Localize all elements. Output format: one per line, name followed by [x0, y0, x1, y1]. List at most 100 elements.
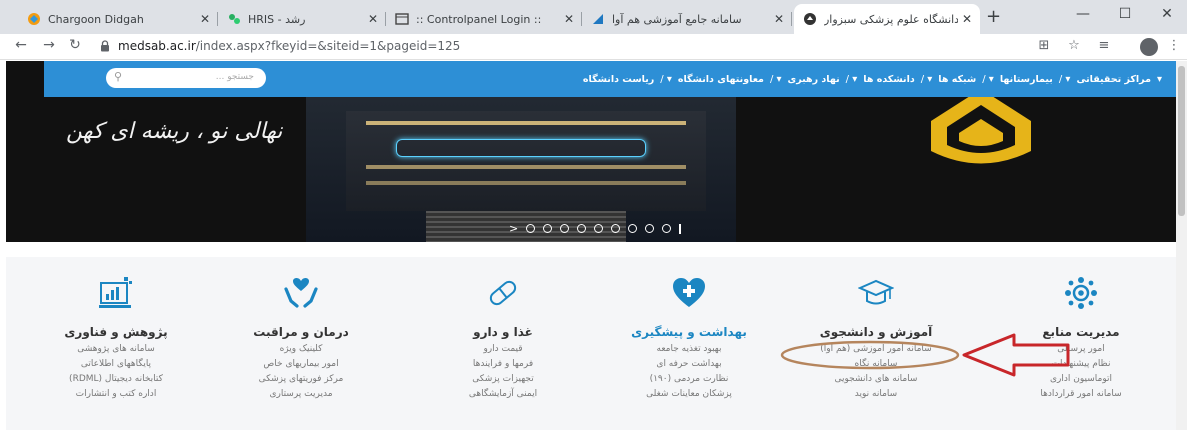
- caring-hands-icon: [284, 278, 318, 308]
- tab-hris[interactable]: HRIS - رشد ✕: [218, 4, 386, 34]
- nav-caret-icon: ▾ /: [1058, 73, 1071, 85]
- service-link[interactable]: مرکز فوریتهای پزشکی: [216, 372, 386, 387]
- nav-item-leadership[interactable]: نهاد رهبری: [788, 74, 840, 85]
- hris-icon: [226, 11, 242, 27]
- back-arrow-icon[interactable]: ←: [12, 37, 30, 53]
- nav-item-faculties[interactable]: دانشکده ها: [863, 74, 914, 85]
- close-tab-icon[interactable]: ✕: [564, 12, 574, 26]
- service-link[interactable]: نظام پیشنهادات: [996, 357, 1166, 372]
- close-window-icon[interactable]: ✕: [1152, 6, 1182, 22]
- column-title[interactable]: آموزش و دانشجوی: [791, 325, 961, 339]
- service-link[interactable]: امور بیماریهای خاص: [216, 357, 386, 372]
- service-link[interactable]: نظارت مردمی (۱۹۰): [604, 372, 774, 387]
- slider-dot[interactable]: [543, 224, 553, 233]
- pill-icon: [489, 280, 517, 306]
- column-education: آموزش و دانشجوی سامانه امور آموزشی (هم آ…: [791, 267, 961, 402]
- site-search-input[interactable]: ⚲ جستجو ...: [106, 68, 266, 88]
- reading-list-icon[interactable]: ≡: [1094, 38, 1114, 53]
- tab-title: HRIS - رشد: [248, 12, 306, 26]
- service-link[interactable]: سامانه های پژوهشی: [31, 342, 201, 357]
- chargoon-icon: [26, 11, 42, 27]
- close-tab-icon[interactable]: ✕: [774, 12, 784, 26]
- service-link[interactable]: سامانه امور قراردادها: [996, 387, 1166, 402]
- service-link[interactable]: بهداشت حرفه ای: [604, 357, 774, 372]
- service-link[interactable]: سامانه نوید: [791, 387, 961, 402]
- tab-hamava[interactable]: سامانه جامع آموزشی هم آوا ✕: [582, 4, 792, 34]
- university-icon: [802, 11, 818, 27]
- slider-pager: >: [509, 222, 682, 235]
- tab-controlpanel[interactable]: :: Controlpanel Login :: ✕: [386, 4, 582, 34]
- main-menu: ریاست دانشگاه ▾ / معاونتهای دانشگاه ▾ / …: [583, 61, 1168, 97]
- graduation-cap-icon: [857, 279, 895, 305]
- service-link[interactable]: پایگاههای اطلاعاتی: [31, 357, 201, 372]
- slider-next-arrow-icon[interactable]: >: [509, 222, 518, 235]
- slider-dot[interactable]: [628, 224, 638, 233]
- service-link[interactable]: تجهیزات پزشکی: [418, 372, 588, 387]
- service-link[interactable]: اداره کتب و انتشارات: [31, 387, 201, 402]
- service-link[interactable]: کتابخانه دیجیتال (RDML): [31, 372, 201, 387]
- new-tab-button[interactable]: +: [986, 6, 1001, 27]
- slider-dot[interactable]: [577, 224, 587, 233]
- building-sign: [396, 139, 646, 157]
- column-title[interactable]: بهداشت و پیشگیری: [604, 325, 774, 339]
- nav-item-hospitals[interactable]: بیمارستانها: [1000, 74, 1053, 85]
- close-tab-icon[interactable]: ✕: [368, 12, 378, 26]
- service-link[interactable]: ایمنی آزمایشگاهی: [418, 387, 588, 402]
- maximize-icon[interactable]: ☐: [1110, 6, 1140, 22]
- heart-plus-icon: [673, 278, 705, 307]
- controlpanel-icon: [394, 11, 410, 27]
- service-link[interactable]: مدیریت پرستاری: [216, 387, 386, 402]
- service-link[interactable]: سامانه نگاه: [791, 357, 961, 372]
- address-bar[interactable]: medsab.ac.ir/index.aspx?fkeyid=&siteid=1…: [118, 39, 460, 53]
- slider-dot[interactable]: [594, 224, 604, 233]
- forward-arrow-icon[interactable]: →: [40, 37, 58, 53]
- research-chart-icon: [99, 277, 132, 308]
- column-title[interactable]: پژوهش و فناوری: [31, 325, 201, 339]
- nav-item-presidency[interactable]: ریاست دانشگاه: [583, 74, 654, 85]
- column-title[interactable]: درمان و مراقبت: [216, 325, 386, 339]
- reload-icon[interactable]: ↻: [66, 37, 84, 53]
- close-tab-icon[interactable]: ✕: [962, 12, 972, 26]
- column-research: پژوهش و فناوری سامانه های پژوهشی پایگاهه…: [31, 267, 201, 402]
- bookmark-star-icon[interactable]: ☆: [1064, 38, 1084, 53]
- service-link[interactable]: فرمها و فرایندها: [418, 357, 588, 372]
- service-link[interactable]: پزشکان معاینات شغلی: [604, 387, 774, 402]
- service-link[interactable]: سامانه های دانشجویی: [791, 372, 961, 387]
- nav-caret-icon: ▾: [1156, 73, 1162, 85]
- service-link[interactable]: امور پرسنلی: [996, 342, 1166, 357]
- tab-medsab[interactable]: دانشگاه علوم پزشکی سبزوار ✕: [794, 4, 980, 34]
- slider-dot[interactable]: [560, 224, 570, 233]
- close-tab-icon[interactable]: ✕: [200, 12, 210, 26]
- column-treatment: درمان و مراقبت کلینیک ویژه امور بیماریها…: [216, 267, 386, 402]
- hamava-icon: [590, 11, 606, 27]
- service-link[interactable]: قیمت دارو: [418, 342, 588, 357]
- nav-item-networks[interactable]: شبکه ها: [938, 74, 976, 85]
- nav-item-vice-chancellors[interactable]: معاونتهای دانشگاه: [678, 74, 764, 85]
- translate-icon[interactable]: ⊞: [1034, 38, 1054, 53]
- main-navbar: ریاست دانشگاه ▾ / معاونتهای دانشگاه ▾ / …: [44, 61, 1176, 97]
- column-title[interactable]: مدیریت منابع: [996, 325, 1166, 339]
- lock-icon[interactable]: [100, 40, 110, 52]
- nav-item-research-centers[interactable]: مراکز تحقیقاتی: [1076, 74, 1151, 85]
- tab-title: Chargoon Didgah: [48, 12, 144, 26]
- tab-strip: Chargoon Didgah ✕ HRIS - رشد ✕ :: Contro…: [0, 0, 1187, 34]
- slider-dot[interactable]: [611, 224, 621, 233]
- column-title[interactable]: غذا و دارو: [418, 325, 588, 339]
- scrollbar-thumb[interactable]: [1178, 66, 1185, 216]
- profile-avatar-icon[interactable]: [1140, 38, 1158, 56]
- service-link[interactable]: اتوماسیون اداری: [996, 372, 1166, 387]
- search-icon[interactable]: ⚲: [114, 70, 122, 83]
- slider-dot[interactable]: [645, 224, 655, 233]
- service-link-hamava[interactable]: سامانه امور آموزشی (هم آوا): [791, 342, 961, 357]
- service-link[interactable]: بهبود تغذیه جامعه: [604, 342, 774, 357]
- more-menu-icon[interactable]: ⋮: [1164, 38, 1184, 53]
- service-link[interactable]: کلینیک ویژه: [216, 342, 386, 357]
- tab-title: دانشگاه علوم پزشکی سبزوار: [824, 12, 958, 26]
- slider-dot[interactable]: [526, 224, 536, 233]
- minimize-icon[interactable]: —: [1068, 6, 1098, 22]
- slider-pause-icon[interactable]: [679, 223, 682, 234]
- search-placeholder: جستجو ...: [215, 72, 254, 82]
- tab-chargoon[interactable]: Chargoon Didgah ✕: [18, 4, 218, 34]
- slider-dot[interactable]: [662, 224, 672, 233]
- address-toolbar: ← → ↻ medsab.ac.ir/index.aspx?fkeyid=&si…: [0, 34, 1187, 60]
